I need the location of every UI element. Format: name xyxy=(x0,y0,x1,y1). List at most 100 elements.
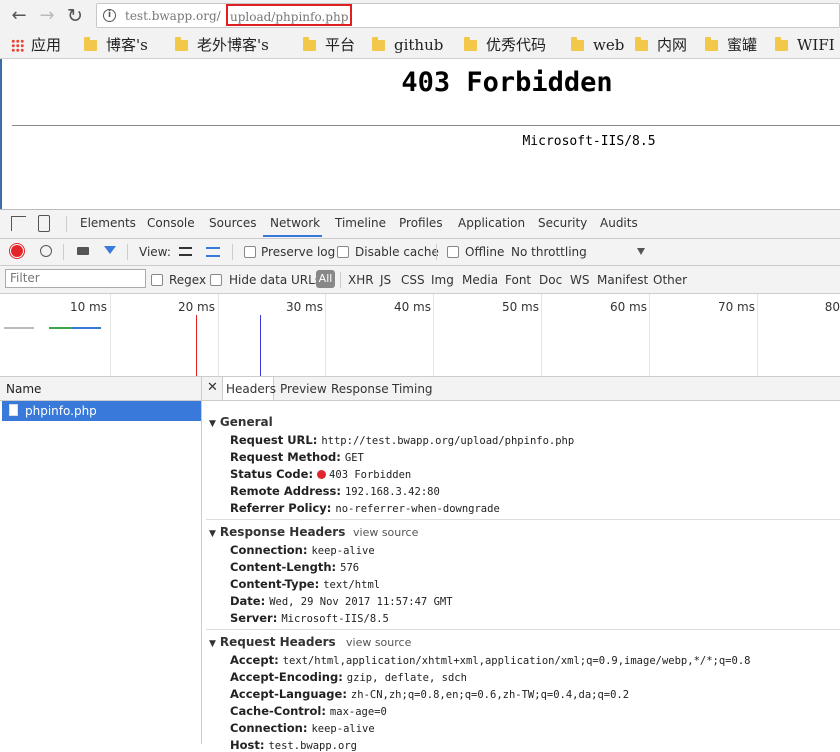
view-source-link[interactable]: view source xyxy=(346,636,411,649)
filter-type-css[interactable]: CSS xyxy=(401,273,425,287)
header-value: GET xyxy=(344,452,364,464)
filter-type-img[interactable]: Img xyxy=(431,273,454,287)
header-key: Date: xyxy=(230,594,266,608)
separator xyxy=(436,244,437,260)
info-icon[interactable]: i xyxy=(103,9,116,22)
header-key: Request Method: xyxy=(230,450,341,464)
tab-preview[interactable]: Preview xyxy=(280,382,327,396)
folder-icon xyxy=(175,37,188,51)
tab-timing[interactable]: Timing xyxy=(392,382,433,396)
filter-type-manifest[interactable]: Manifest xyxy=(597,273,648,287)
request-header-row: Cache-Control: max-age=0 xyxy=(230,704,387,718)
tick-gridline xyxy=(541,294,542,376)
close-icon[interactable]: ✕ xyxy=(207,380,218,395)
tab-sources[interactable]: Sources xyxy=(209,216,256,230)
response-header-row: Content-Type: text/html xyxy=(230,577,380,591)
disable-cache-checkbox[interactable] xyxy=(337,246,349,258)
header-value: gzip, deflate, sdch xyxy=(346,672,467,684)
throttling-select[interactable]: No throttling xyxy=(511,245,587,259)
name-header-label: Name xyxy=(6,382,42,396)
header-value: no-referrer-when-downgrade xyxy=(335,503,500,515)
filter-type-font[interactable]: Font xyxy=(505,273,531,287)
large-rows-icon[interactable] xyxy=(179,247,192,256)
filter-type-doc[interactable]: Doc xyxy=(539,273,562,287)
filter-funnel-icon[interactable] xyxy=(104,246,116,254)
clear-icon[interactable] xyxy=(40,245,52,257)
tab-console[interactable]: Console xyxy=(147,216,195,230)
tab-profiles[interactable]: Profiles xyxy=(399,216,443,230)
device-mode-icon[interactable] xyxy=(38,215,50,232)
reload-icon[interactable]: ↻ xyxy=(64,5,86,27)
folder-icon xyxy=(464,37,477,51)
devtools-tabbar: Elements Console Sources Network Timelin… xyxy=(0,210,840,239)
url-host: test.bwapp.org/ xyxy=(125,9,221,23)
regex-checkbox[interactable] xyxy=(151,274,163,286)
response-headers-toggle[interactable]: ▼ Response Headers xyxy=(209,525,345,539)
waterfall-view-icon[interactable] xyxy=(206,247,220,257)
bookmark-folder[interactable]: WIFI xyxy=(775,35,835,55)
separator xyxy=(66,216,67,232)
header-key: Server: xyxy=(230,611,278,625)
header-value: 192.168.3.42:80 xyxy=(344,486,440,498)
tab-security[interactable]: Security xyxy=(538,216,587,230)
request-headers-toggle[interactable]: ▼ Request Headers xyxy=(209,635,336,649)
name-column-header[interactable]: Name xyxy=(0,377,201,401)
filter-type-other[interactable]: Other xyxy=(653,273,687,287)
header-value: max-age=0 xyxy=(329,706,387,718)
separator xyxy=(63,244,64,260)
bookmark-folder[interactable]: 博客's xyxy=(84,35,148,55)
header-key: Accept: xyxy=(230,653,279,667)
tab-timeline[interactable]: Timeline xyxy=(335,216,386,230)
bookmark-folder[interactable]: 优秀代码 xyxy=(464,35,546,55)
bookmark-folder[interactable]: github xyxy=(372,35,443,55)
request-row-selected[interactable]: phpinfo.php xyxy=(2,401,201,421)
tick-label: 80 xyxy=(824,300,840,314)
back-arrow-icon[interactable]: ← xyxy=(8,5,30,27)
view-source-link[interactable]: view source xyxy=(353,526,418,539)
bookmark-folder[interactable]: 老外博客's xyxy=(175,35,269,55)
folder-icon xyxy=(372,37,385,51)
tick-label: 30 ms xyxy=(285,300,323,314)
tab-elements[interactable]: Elements xyxy=(80,216,136,230)
request-header-row: Accept-Encoding: gzip, deflate, sdch xyxy=(230,670,467,684)
filter-type-ws[interactable]: WS xyxy=(570,273,589,287)
general-section-toggle[interactable]: ▼ General xyxy=(209,415,273,429)
separator xyxy=(340,272,341,288)
tab-network[interactable]: Network xyxy=(270,216,320,230)
filter-type-media[interactable]: Media xyxy=(462,273,498,287)
request-list: Name phpinfo.php xyxy=(0,377,202,744)
tab-application[interactable]: Application xyxy=(458,216,525,230)
forward-arrow-icon[interactable]: → xyxy=(36,5,58,27)
header-key: Cache-Control: xyxy=(230,704,326,718)
hide-data-urls-checkbox[interactable] xyxy=(210,274,222,286)
tick-label: 50 ms xyxy=(501,300,539,314)
inspect-element-icon[interactable] xyxy=(11,216,26,231)
bookmark-folder[interactable]: 内网 xyxy=(635,35,687,55)
preserve-log-checkbox[interactable] xyxy=(244,246,256,258)
tick-label: 60 ms xyxy=(609,300,647,314)
record-icon[interactable] xyxy=(11,245,23,257)
chevron-down-icon[interactable] xyxy=(637,248,645,255)
bookmark-folder[interactable]: 平台 xyxy=(303,35,355,55)
tab-response[interactable]: Response xyxy=(331,382,389,396)
document-icon xyxy=(9,404,18,416)
tick-gridline xyxy=(325,294,326,376)
camera-icon[interactable] xyxy=(77,247,89,255)
filter-all-button[interactable]: All xyxy=(316,270,335,288)
offline-checkbox[interactable] xyxy=(447,246,459,258)
hide-data-urls-label: Hide data URLs xyxy=(229,273,322,287)
bookmark-apps[interactable]: 应用 xyxy=(11,35,61,55)
bookmark-folder[interactable]: 蜜罐 xyxy=(705,35,757,55)
tab-audits[interactable]: Audits xyxy=(600,216,638,230)
address-bar[interactable]: i test.bwapp.org/ upload/phpinfo.php xyxy=(96,3,840,28)
filter-type-xhr[interactable]: XHR xyxy=(348,273,374,287)
tab-headers[interactable]: Headers xyxy=(226,382,276,396)
bookmark-folder[interactable]: web xyxy=(571,35,624,55)
header-value: 403 Forbidden xyxy=(329,469,412,481)
request-header-row: Host: test.bwapp.org xyxy=(230,738,357,752)
network-overview-timeline[interactable]: 10 ms 20 ms 30 ms 40 ms 50 ms 60 ms 70 m… xyxy=(0,294,840,377)
request-detail-panel: ✕ Headers Preview Response Timing ▼ Gener… xyxy=(202,377,840,752)
filter-type-js[interactable]: JS xyxy=(380,273,391,287)
tick-label: 10 ms xyxy=(69,300,107,314)
filter-input[interactable]: Filter xyxy=(5,269,146,288)
